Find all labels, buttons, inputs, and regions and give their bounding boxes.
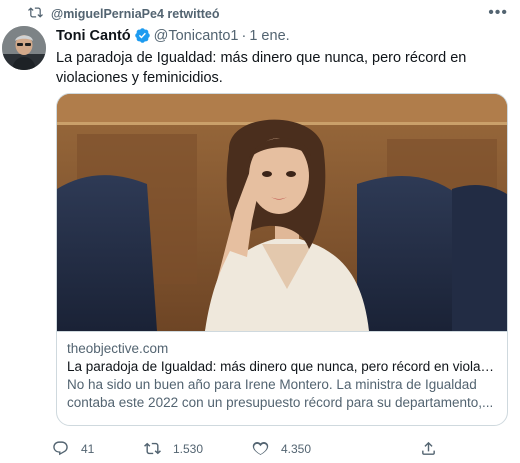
author-handle[interactable]: @Tonicanto1	[154, 28, 239, 44]
heart-icon	[252, 440, 269, 457]
tweet-date[interactable]: 1 ene.	[249, 28, 289, 44]
reply-icon	[52, 440, 69, 457]
like-button[interactable]: 4.350	[252, 440, 311, 457]
author-name[interactable]: Toni Cantó	[56, 28, 131, 44]
share-button[interactable]	[420, 440, 437, 457]
link-card[interactable]: theobjective.com La paradoja de Igualdad…	[56, 93, 508, 426]
retweet-button[interactable]: 1.530	[144, 440, 203, 457]
avatar[interactable]	[2, 26, 46, 70]
tweet-actions: 41 1.530 4.350	[52, 440, 452, 460]
like-count: 4.350	[281, 441, 312, 456]
tweet-header: Toni Cantó @Tonicanto1 · 1 ene.	[56, 27, 290, 44]
retweeted-by-label: @miguelPerniaPe4 retwitteó	[51, 7, 220, 21]
more-options-icon[interactable]: •••	[488, 5, 508, 21]
reply-button[interactable]: 41	[52, 440, 94, 457]
retweet-context[interactable]: @miguelPerniaPe4 retwitteó	[28, 6, 220, 22]
share-icon	[420, 440, 437, 457]
retweet-icon	[28, 5, 43, 23]
card-image[interactable]	[57, 94, 507, 331]
card-title: La paradoja de Igualdad: más dinero que …	[67, 359, 497, 374]
card-description: No ha sido un buen año para Irene Monter…	[67, 377, 494, 410]
verified-badge-icon	[134, 27, 151, 44]
separator-dot: ·	[241, 27, 247, 44]
retweet-count: 1.530	[173, 441, 204, 456]
reply-count: 41	[81, 441, 95, 456]
tweet-text: La paradoja de Igualdad: más dinero que …	[56, 50, 467, 86]
card-domain: theobjective.com	[67, 341, 169, 356]
retweet-icon	[144, 440, 161, 457]
card-meta: theobjective.com La paradoja de Igualdad…	[57, 331, 507, 412]
